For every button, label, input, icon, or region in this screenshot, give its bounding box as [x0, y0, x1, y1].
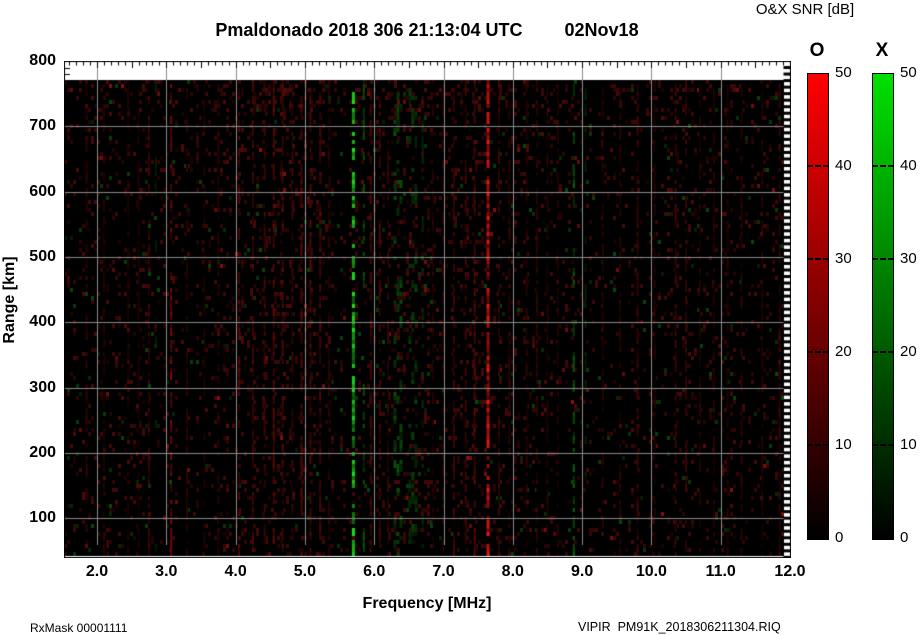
- source-filename: VIPIR PM91K_2018306211304.RIQ: [578, 620, 781, 634]
- colorbar-tick-dash: [872, 165, 894, 167]
- colorbar-tick-label: 50: [835, 64, 852, 81]
- x-tick-label: 6.0: [363, 563, 386, 580]
- page-title: Pmaldonado 2018 306 21:13:04 UTC 02Nov18: [64, 20, 790, 41]
- colorbar-tick-dash: [807, 258, 829, 260]
- x-tick-label: 8.0: [501, 563, 524, 580]
- y-tick-label: 100: [29, 509, 56, 527]
- colorbar-o-header: O: [809, 40, 825, 61]
- y-tick-label: 600: [29, 182, 56, 200]
- colorbar-tick-label: 10: [900, 436, 917, 453]
- colorbar-x-header: X: [875, 40, 889, 61]
- y-tick-label: 700: [29, 117, 56, 135]
- x-tick-label: 2.0: [85, 563, 109, 580]
- y-tick-label: 200: [29, 443, 56, 461]
- title-date: 02Nov18: [564, 20, 639, 40]
- colorbar-tick-dash: [872, 351, 894, 353]
- colorbar-tick-dash: [807, 165, 829, 167]
- colorbar-tick-label: 0: [835, 529, 844, 546]
- colorbar-tick-label: 50: [900, 64, 917, 81]
- colorbar-tick-label: 20: [835, 343, 852, 360]
- x-tick-label: 10.0: [635, 563, 667, 580]
- colorbar-x-gradient: [872, 73, 894, 540]
- colorbar-tick-label: 30: [835, 250, 852, 267]
- rxmask-status: RxMask 00001111: [30, 621, 128, 635]
- colorbar-tick-label: 0: [900, 529, 909, 546]
- colorbar-tick-label: 20: [900, 343, 917, 360]
- colorbar-tick-dash: [807, 351, 829, 353]
- x-tick-label: 12.0: [774, 563, 806, 580]
- title-station-time: Pmaldonado 2018 306 21:13:04 UTC: [215, 20, 523, 40]
- colorbar-tick-dash: [807, 444, 829, 446]
- y-tick-label: 800: [29, 52, 56, 69]
- colorbar-title: O&X SNR [dB]: [755, 1, 855, 18]
- ionogram-plot-canvas: [64, 61, 791, 558]
- colorbar-tick-dash: [872, 258, 894, 260]
- y-tick-label: 400: [29, 313, 56, 331]
- x-axis-label: Frequency [MHz]: [362, 595, 492, 612]
- colorbar-tick-label: 30: [900, 250, 917, 267]
- ionogram-window: Pmaldonado 2018 306 21:13:04 UTC 02Nov18 …: [0, 0, 922, 636]
- y-tick-label: 300: [29, 378, 56, 396]
- y-axis-label: Range [km]: [1, 256, 18, 344]
- y-tick-label: 500: [29, 247, 56, 265]
- x-tick-label: 4.0: [224, 563, 247, 580]
- colorbar-o-gradient: [807, 73, 829, 540]
- x-tick-label: 5.0: [293, 563, 317, 580]
- x-tick-label: 11.0: [705, 563, 736, 580]
- colorbar-tick-dash: [872, 444, 894, 446]
- x-tick-label: 9.0: [570, 563, 594, 580]
- colorbar-tick-label: 40: [835, 157, 852, 174]
- colorbar-tick-label: 10: [835, 436, 852, 453]
- x-tick-label: 7.0: [432, 563, 455, 580]
- colorbar-tick-label: 40: [900, 157, 917, 174]
- x-tick-label: 3.0: [155, 563, 178, 580]
